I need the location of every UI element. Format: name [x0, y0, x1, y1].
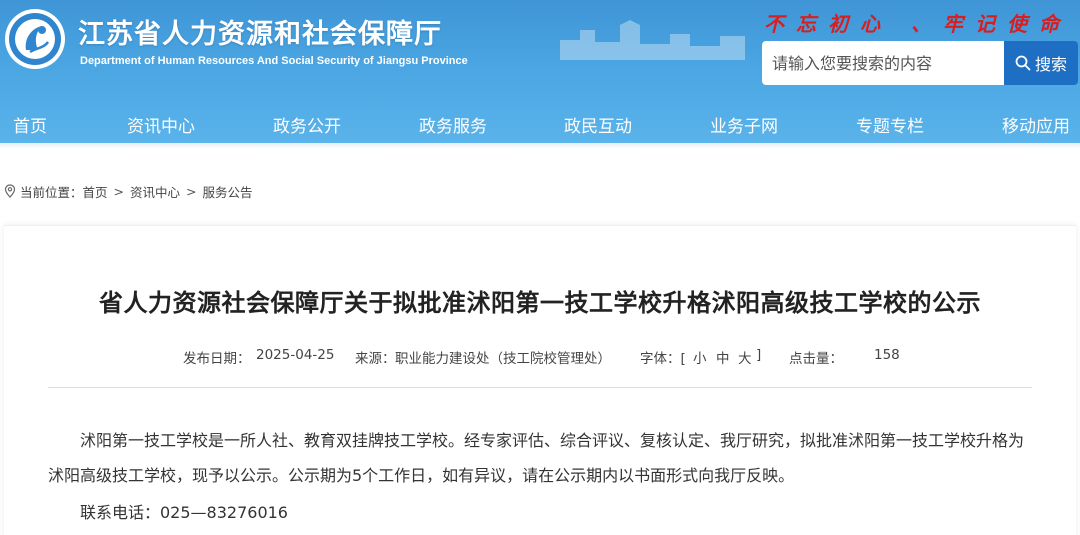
site-title[interactable]: 江苏省人力资源和社会保障厅: [78, 12, 442, 51]
slogan-banner: 不忘初心 、牢记使命: [764, 12, 1071, 36]
search-button[interactable]: 搜索: [1004, 41, 1078, 85]
search-button-label: 搜索: [1034, 55, 1067, 74]
article-meta: 发布日期： 2025-04-25 来源： 职业能力建设处（技工院校管理处） 字体…: [0, 347, 1080, 367]
breadcrumb-service-notice[interactable]: 服务公告: [203, 182, 253, 201]
breadcrumb-separator: >: [186, 183, 197, 199]
site-header: 江苏省人力资源和社会保障厅 Department of Human Resour…: [0, 0, 1080, 143]
publish-date-label: 发布日期：: [183, 351, 251, 367]
nav-item-topics[interactable]: 专题专栏: [856, 112, 924, 137]
article-paragraph: 沭阳第一技工学校是一所人社、教育双挂牌技工学校。经专家评估、综合评议、复核认定、…: [48, 431, 1025, 485]
nav-item-mobile[interactable]: 移动应用: [1002, 112, 1070, 137]
breadcrumb: 当前位置： 首页 > 资讯中心 > 服务公告: [4, 182, 253, 200]
nav-item-gov-open[interactable]: 政务公开: [273, 112, 341, 137]
font-size-close: ]: [756, 347, 762, 363]
search-icon: [1015, 55, 1031, 71]
breadcrumb-separator: >: [113, 183, 125, 199]
click-count-label: 点击量：: [789, 351, 843, 367]
source-label: 来源：: [355, 351, 396, 367]
breadcrumb-prefix: 当前位置：: [20, 184, 83, 200]
publish-date: 2025-04-25: [256, 347, 335, 363]
search-input[interactable]: [762, 41, 1004, 85]
contact-phone: 联系电话：025—83276016: [80, 503, 288, 522]
skyline-decoration: [560, 20, 745, 60]
nav-item-gov-service[interactable]: 政务服务: [419, 112, 487, 137]
source-value: 职业能力建设处（技工院校管理处）: [395, 351, 611, 367]
header-divider: [0, 143, 1080, 149]
nav-item-business[interactable]: 业务子网: [710, 112, 778, 137]
nav-item-news[interactable]: 资讯中心: [127, 112, 195, 137]
article-title: 省人力资源社会保障厅关于拟批准沭阳第一技工学校升格沭阳高级技工学校的公示: [99, 289, 981, 317]
click-count: 158: [874, 347, 900, 363]
main-nav: 首页 资讯中心 政务公开 政务服务 政民互动 业务子网 专题专栏 移动应用: [0, 104, 1080, 142]
breadcrumb-news[interactable]: 资讯中心: [130, 182, 180, 201]
meta-divider: [48, 387, 1032, 388]
font-size-large[interactable]: 大: [738, 347, 752, 367]
font-size-small[interactable]: 小: [693, 347, 707, 367]
site-subtitle: Department of Human Resources And Social…: [80, 55, 468, 67]
breadcrumb-home[interactable]: 首页: [83, 182, 108, 201]
department-logo-icon: [5, 9, 65, 69]
nav-item-interaction[interactable]: 政民互动: [564, 112, 632, 137]
nav-item-home[interactable]: 首页: [13, 112, 47, 137]
font-size-medium[interactable]: 中: [716, 347, 730, 367]
font-size-label: 字体：[: [640, 351, 686, 367]
location-pin-icon: [4, 184, 16, 198]
